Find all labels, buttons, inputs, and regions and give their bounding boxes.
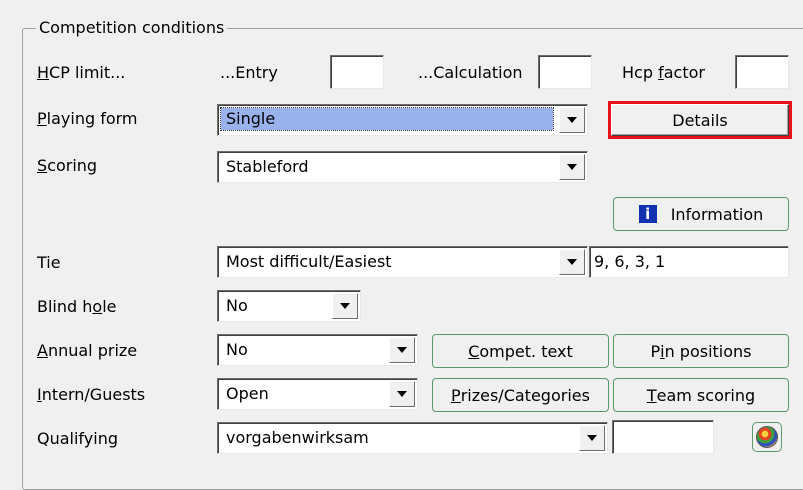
scoring-label: Scoring (37, 156, 98, 175)
chevron-down-icon[interactable] (389, 381, 415, 407)
intern-guests-value: Open (226, 384, 269, 403)
information-label: Information (670, 204, 764, 224)
tie-holes-field[interactable]: 9, 6, 3, 1 (589, 246, 789, 278)
information-button[interactable]: i Information (613, 197, 789, 231)
playing-form-value: Single (220, 107, 554, 131)
prizes-categories-button[interactable]: Prizes/Categories (432, 378, 609, 412)
team-scoring-button[interactable]: Team scoring (613, 378, 789, 412)
playing-form-label: Playing form (37, 109, 138, 128)
tie-value: Most difficult/Easiest (226, 252, 392, 271)
qualifying-value: vorgabenwirksam (226, 428, 369, 447)
palette-button[interactable] (752, 422, 782, 452)
scoring-value: Stableford (226, 157, 309, 176)
intern-guests-select[interactable]: Open (217, 378, 418, 410)
group-title: Competition conditions (36, 18, 228, 38)
hcp-factor-label: Hcp factor (622, 63, 705, 82)
chevron-down-icon[interactable] (579, 425, 605, 451)
chevron-down-icon[interactable] (389, 337, 415, 363)
hcp-limit-label: HCP limit... (37, 63, 126, 82)
tie-select[interactable]: Most difficult/Easiest (217, 246, 588, 278)
annual-prize-label: Annual prize (37, 341, 138, 360)
chevron-down-icon[interactable] (559, 249, 585, 275)
details-button[interactable]: Details (611, 104, 789, 136)
qualifying-extra-field[interactable] (612, 420, 714, 454)
qualifying-label: Qualifying (37, 429, 118, 448)
blind-hole-label: Blind hole (37, 297, 117, 316)
annual-prize-select[interactable]: No (217, 334, 418, 366)
calculation-label: ...Calculation (418, 63, 523, 82)
chevron-down-icon[interactable] (559, 154, 585, 180)
hcp-entry-field[interactable] (330, 55, 384, 89)
pin-positions-button[interactable]: Pin positions (613, 334, 789, 368)
palette-icon (756, 426, 778, 448)
scoring-select[interactable]: Stableford (217, 151, 588, 183)
tie-label: Tie (37, 253, 61, 272)
annual-prize-value: No (226, 340, 248, 359)
hcp-factor-field[interactable] (735, 55, 789, 89)
entry-label: ...Entry (220, 63, 278, 82)
details-highlight-frame: Details (608, 101, 792, 139)
qualifying-select[interactable]: vorgabenwirksam (217, 422, 608, 454)
blind-hole-value: No (226, 296, 248, 315)
blind-hole-select[interactable]: No (217, 290, 361, 322)
compet-text-button[interactable]: Compet. text (432, 334, 609, 368)
intern-guests-label: Intern/Guests (37, 385, 146, 404)
chevron-down-icon[interactable] (332, 293, 358, 319)
playing-form-select[interactable]: Single (217, 104, 588, 136)
hcp-calculation-field[interactable] (538, 55, 592, 89)
chevron-down-icon[interactable] (559, 107, 585, 133)
info-icon: i (638, 205, 657, 223)
